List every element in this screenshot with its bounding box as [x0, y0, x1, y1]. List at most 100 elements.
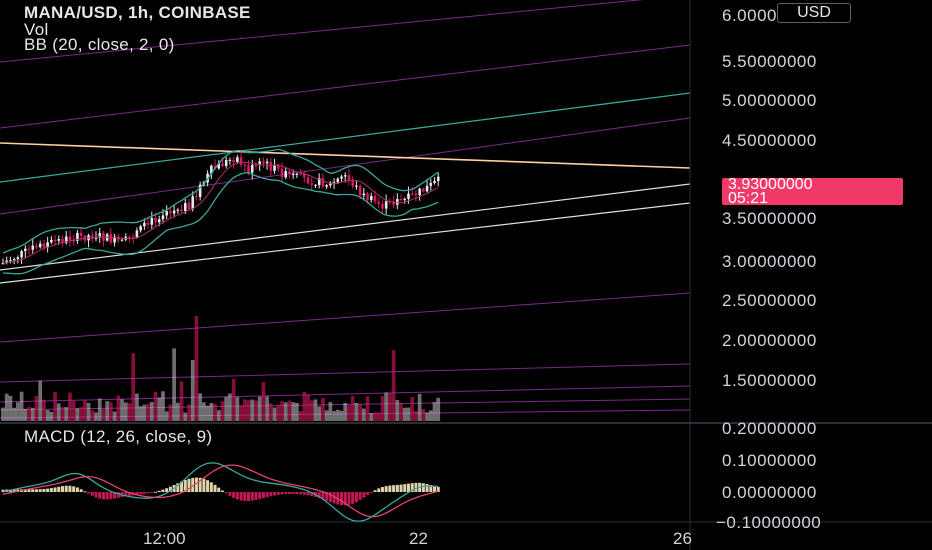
trendline-channel: [0, 385, 691, 403]
candle-body: [418, 188, 421, 196]
volume-bar: [373, 412, 377, 421]
volume-bar: [97, 398, 102, 421]
candle-body: [276, 165, 280, 169]
last-price-badge: 3.93000000 05:21: [722, 177, 903, 206]
candle-body: [321, 178, 325, 187]
candle-body: [377, 201, 381, 204]
volume-bar: [369, 412, 374, 421]
volume-bar: [30, 407, 35, 421]
chart-drawings: [0, 0, 691, 419]
volume-bar: [4, 393, 9, 421]
currency-button[interactable]: USD: [777, 3, 851, 23]
candle-body: [90, 235, 94, 239]
macd-line: [2, 462, 439, 522]
volume-bar: [172, 348, 176, 421]
candle-body: [221, 163, 224, 167]
volume-bar: [1, 407, 5, 421]
candle-body: [68, 236, 72, 241]
macd-histogram-bar: [280, 492, 284, 495]
macd-histogram-bar: [425, 484, 429, 492]
volume-bar: [228, 393, 232, 421]
volume-bar: [68, 392, 72, 421]
candle-body: [180, 209, 183, 212]
macd-histogram-bar: [217, 487, 221, 492]
volume-bar: [135, 393, 139, 421]
macd-histogram-bar: [187, 478, 191, 492]
volume-bar: [428, 410, 433, 421]
candle-body: [250, 164, 254, 173]
volume-bar: [347, 405, 351, 421]
volume-bar: [8, 395, 13, 421]
macd-histogram-bar: [94, 492, 98, 498]
macd-histogram-bar: [161, 489, 165, 492]
macd-histogram-bar: [116, 492, 120, 498]
volume-bar: [246, 400, 251, 421]
candle-body: [236, 157, 239, 163]
volume-bar: [313, 399, 318, 421]
volume-bar: [131, 353, 136, 421]
volume-bar: [231, 378, 236, 421]
volume-bar: [358, 403, 362, 421]
trendline-support: [0, 183, 691, 271]
candle-body: [224, 160, 228, 167]
candle-body: [157, 219, 161, 223]
macd-axis-label: 0.10000000: [722, 451, 817, 470]
volume-bar: [138, 406, 143, 421]
bollinger-legend[interactable]: BB (20, close, 2, 0): [24, 35, 175, 55]
macd-histogram-bar: [34, 489, 38, 492]
volume-bar: [239, 405, 243, 421]
volume-bar: [53, 391, 57, 421]
macd-histogram-bar: [72, 486, 76, 492]
candle-body: [343, 175, 347, 177]
candle-body: [191, 196, 195, 210]
macd-histogram-bar: [79, 489, 83, 492]
macd-histogram-bar: [38, 489, 42, 492]
trendline-channel: [0, 292, 691, 343]
volume-bar: [410, 397, 415, 421]
volume-bar: [261, 382, 266, 421]
candle-body: [31, 245, 35, 250]
macd-histogram-bar: [291, 492, 295, 494]
volume-bar: [395, 400, 400, 421]
macd-histogram-bar: [31, 489, 35, 492]
macd-histogram-bar: [49, 488, 53, 492]
candle-body: [347, 175, 351, 181]
volume-bar: [12, 407, 17, 421]
candle-body: [176, 209, 180, 211]
volume-bar: [376, 412, 381, 421]
candle-body: [232, 159, 235, 163]
volume-bar: [183, 412, 188, 421]
candle-body: [306, 177, 310, 184]
volume-bar: [64, 407, 69, 421]
volume-bar: [213, 404, 217, 421]
candle-body: [269, 161, 273, 171]
volume-bar: [280, 401, 284, 421]
candle-body: [169, 211, 172, 214]
candle-body: [436, 176, 440, 182]
volume-bar: [291, 402, 296, 421]
time-axis-label: 12:00: [143, 529, 186, 548]
macd-histogram-bar: [61, 486, 65, 492]
volume-bar: [391, 350, 396, 421]
macd-histogram-bar: [87, 492, 91, 494]
macd-histogram-bar: [269, 492, 273, 497]
candle-body: [243, 164, 247, 166]
macd-legend[interactable]: MACD (12, 26, close, 9): [24, 427, 212, 447]
volume-bar: [142, 404, 147, 421]
symbol-title[interactable]: MANA/USD, 1h, COINBASE: [24, 3, 251, 23]
volume-bar: [235, 397, 240, 421]
macd-histogram-bar: [101, 492, 105, 500]
macd-histogram-bar: [139, 492, 143, 495]
macd-histogram-bar: [406, 483, 410, 492]
time-axis-label: 26: [673, 529, 692, 548]
price-axis-label: 1.50000000: [722, 371, 817, 390]
volume-bar: [179, 381, 184, 421]
candle-body: [429, 183, 433, 186]
price-axis-label: 2.50000000: [722, 291, 817, 310]
candle-body: [396, 199, 399, 205]
candle-body: [355, 185, 358, 187]
macd-axis-label: 0.20000000: [722, 419, 817, 438]
macd-histogram-bar: [384, 486, 388, 492]
candle-body: [366, 193, 369, 201]
macd-histogram-bar: [261, 492, 265, 499]
